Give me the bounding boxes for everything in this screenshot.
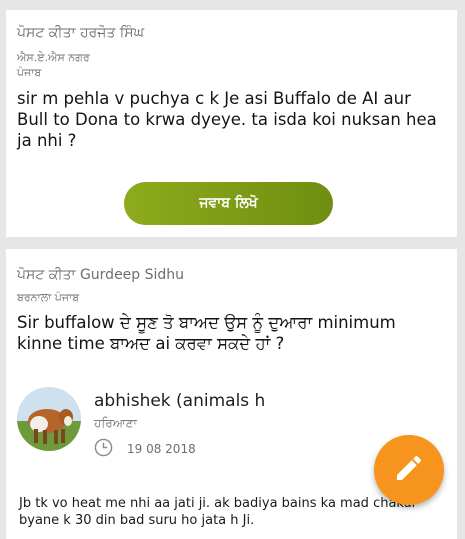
posted-by: ਪੋਸਟ ਕੀਤਾ ਹਰਜੋਤ ਸਿੰਘ xyxy=(17,25,145,41)
location-line2: ਪੰਜਾਬ xyxy=(17,66,42,79)
avatar[interactable] xyxy=(17,387,81,451)
answer-text: Jb tk vo heat me nhi aa jati ji. ak badi… xyxy=(19,496,418,528)
posted-by: ਪੋਸਟ ਕੀਤਾ Gurdeep Sidhu xyxy=(17,267,185,283)
location-line1: ਐਸ.ਏ.ਐਸ ਨਗਰ xyxy=(17,51,90,64)
answerer-name[interactable]: abhishek (animals h xyxy=(94,391,265,411)
write-answer-button[interactable]: ਜਵਾਬ ਲਿਖੋ xyxy=(124,182,333,225)
clock-icon xyxy=(94,438,113,457)
pencil-icon xyxy=(393,452,425,488)
post-card: ਪੋਸਟ ਕੀਤਾ ਹਰਜੋਤ ਸਿੰਘ ਐਸ.ਏ.ਐਸ ਨਗਰ ਪੰਜਾਬ s… xyxy=(6,10,457,237)
answer-date: 19 08 2018 xyxy=(127,442,196,456)
question-text: sir m pehla v puchya c k Je asi Buffalo … xyxy=(17,89,437,150)
write-fab-button[interactable] xyxy=(374,435,444,505)
answerer-state: ਹਰਿਆਣਾ xyxy=(94,416,137,430)
location: ਬਰਨਾਲਾ ਪੰਜਾਬ xyxy=(17,291,80,304)
question-text: Sir buffalow ਦੇ ਸੂਣ ਤੋ ਬਾਅਦ ਉਸ ਨੂੰ ਦੁਆਰਾ… xyxy=(17,313,396,353)
